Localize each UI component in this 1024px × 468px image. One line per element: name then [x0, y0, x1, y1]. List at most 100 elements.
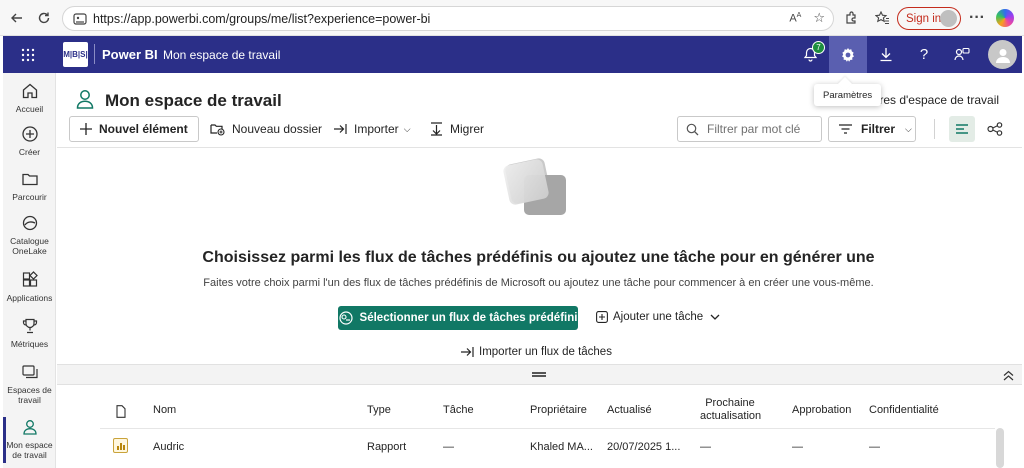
rail-item-my-workspace[interactable]: Mon espace de travail	[3, 417, 56, 463]
column-header-updated[interactable]: Actualisé	[607, 404, 652, 417]
chevron-down-icon	[710, 314, 720, 321]
app-launcher-icon[interactable]	[3, 36, 53, 73]
url-text[interactable]: https://app.powerbi.com/groups/me/list?e…	[93, 12, 430, 26]
drag-handle-icon[interactable]	[532, 372, 546, 377]
rail-label: Espaces de travail	[7, 385, 52, 405]
migrate-icon	[430, 122, 443, 136]
rail-label: Parcourir	[12, 192, 47, 202]
read-aloud-icon[interactable]: AA	[789, 12, 801, 25]
migrate-label: Migrer	[450, 122, 485, 136]
next-refresh-line1: Prochaine	[705, 397, 755, 409]
copilot-icon[interactable]	[996, 9, 1014, 27]
new-item-button[interactable]: Nouvel élément	[69, 116, 199, 142]
primary-button-label: Sélectionner un flux de tâches prédéfini	[359, 312, 578, 324]
folder-icon	[20, 169, 40, 189]
workspace-settings-link[interactable]: tres d'espace de travail	[876, 93, 999, 107]
task-flow-icon	[338, 311, 353, 325]
settings-tooltip: Paramètres	[814, 84, 882, 106]
rail-item-home[interactable]: Accueil	[3, 81, 56, 114]
import-flow-label: Importer un flux de tâches	[479, 346, 612, 358]
workspace-person-icon	[75, 88, 95, 113]
workspaces-icon	[20, 362, 40, 382]
more-menu-icon[interactable]: ···	[966, 7, 988, 29]
back-icon[interactable]	[6, 7, 28, 29]
row-confidentiality: —	[869, 441, 880, 453]
settings-button[interactable]	[829, 36, 867, 73]
next-refresh-line2: actualisation	[700, 410, 762, 422]
org-logo[interactable]: M|B|S|	[63, 42, 88, 67]
import-label: Importer	[354, 122, 399, 136]
rail-label: Accueil	[15, 104, 44, 114]
refresh-icon[interactable]	[33, 7, 55, 29]
row-name[interactable]: Audric	[153, 441, 184, 453]
import-task-flow-button[interactable]: Importer un flux de tâches	[460, 346, 612, 358]
left-nav-rail: Accueil Créer Parcourir Catalogue OneLak…	[3, 73, 56, 468]
filter-button[interactable]: Filtrer ⌵	[828, 116, 916, 142]
add-task-button[interactable]: Ajouter une tâche	[596, 311, 720, 323]
help-button[interactable]: ?	[905, 36, 943, 73]
favorite-star-icon[interactable]: ☆	[813, 10, 825, 26]
download-icon	[880, 48, 892, 62]
collapse-double-chevron-icon[interactable]	[1001, 368, 1015, 382]
filter-label: Filtrer	[861, 122, 896, 136]
rail-item-workspaces[interactable]: Espaces de travail	[3, 362, 56, 405]
column-header-approval[interactable]: Approbation	[792, 404, 854, 417]
favorites-icon[interactable]	[871, 7, 893, 29]
feedback-button[interactable]	[943, 36, 981, 73]
list-view-icon	[956, 124, 968, 134]
app-header: M|B|S| Power BI Mon espace de travail 7 …	[3, 36, 1022, 73]
user-avatar[interactable]	[988, 40, 1017, 69]
column-header-type[interactable]: Type	[367, 404, 391, 417]
brand-name[interactable]: Power BI	[102, 47, 158, 62]
row-type: Rapport	[367, 441, 407, 453]
rail-item-browse[interactable]: Parcourir	[3, 169, 56, 202]
toolbar-divider	[934, 119, 935, 139]
list-view-button[interactable]	[949, 116, 975, 142]
lineage-view-button[interactable]	[982, 116, 1008, 142]
chevron-down-icon: ⌵	[403, 123, 411, 134]
address-bar[interactable]: https://app.powerbi.com/groups/me/list?e…	[62, 6, 834, 31]
pane-splitter[interactable]	[57, 364, 1022, 385]
column-header-next-refresh[interactable]: Prochaine actualisation	[700, 397, 762, 423]
import-button[interactable]: Importer ⌵	[333, 116, 411, 142]
new-item-label: Nouvel élément	[99, 122, 188, 136]
content-divider	[57, 147, 1022, 148]
rail-label: Applications	[6, 293, 53, 303]
site-info-icon[interactable]	[69, 12, 91, 26]
rail-label: Métriques	[10, 339, 49, 349]
add-task-label: Ajouter une tâche	[613, 311, 704, 323]
home-icon	[20, 81, 40, 101]
row-owner: Khaled MA...	[530, 441, 593, 453]
column-header-owner[interactable]: Propriétaire	[530, 404, 587, 417]
person-icon	[20, 417, 40, 437]
new-folder-button[interactable]: Nouveau dossier	[210, 116, 322, 142]
column-header-confidentiality[interactable]: Confidentialité	[869, 404, 945, 417]
empty-illustration-tile	[502, 158, 550, 206]
new-folder-label: Nouveau dossier	[232, 122, 323, 136]
import-arrow-icon	[460, 346, 474, 358]
select-predefined-flow-button[interactable]: Sélectionner un flux de tâches prédéfini	[338, 306, 578, 330]
migrate-button[interactable]: Migrer	[430, 116, 484, 142]
sign-in-button[interactable]: Sign in	[897, 7, 961, 30]
column-header-task[interactable]: Tâche	[443, 404, 474, 417]
page-title: Mon espace de travail	[105, 90, 282, 110]
table-scrollbar[interactable]	[996, 428, 1004, 468]
trophy-icon	[20, 316, 40, 336]
header-workspace-name[interactable]: Mon espace de travail	[163, 48, 280, 62]
rail-label: Créer	[18, 147, 41, 157]
rail-item-metrics[interactable]: Métriques	[3, 316, 56, 349]
search-icon	[686, 123, 699, 136]
chevron-down-icon: ⌵	[905, 123, 912, 134]
row-updated: 20/07/2025 1...	[607, 441, 681, 453]
profile-avatar-icon	[940, 10, 957, 27]
column-header-name[interactable]: Nom	[153, 404, 176, 417]
filter-search-input[interactable]: Filtrer par mot clé	[677, 116, 822, 142]
filter-lines-icon	[839, 124, 852, 134]
plus-square-icon	[596, 311, 608, 323]
table-header-divider	[100, 428, 995, 429]
plus-icon	[80, 123, 92, 135]
download-button[interactable]	[867, 36, 905, 73]
extensions-icon[interactable]	[840, 7, 862, 29]
rail-item-create[interactable]: Créer	[3, 124, 56, 157]
notifications-button[interactable]: 7	[791, 36, 829, 73]
